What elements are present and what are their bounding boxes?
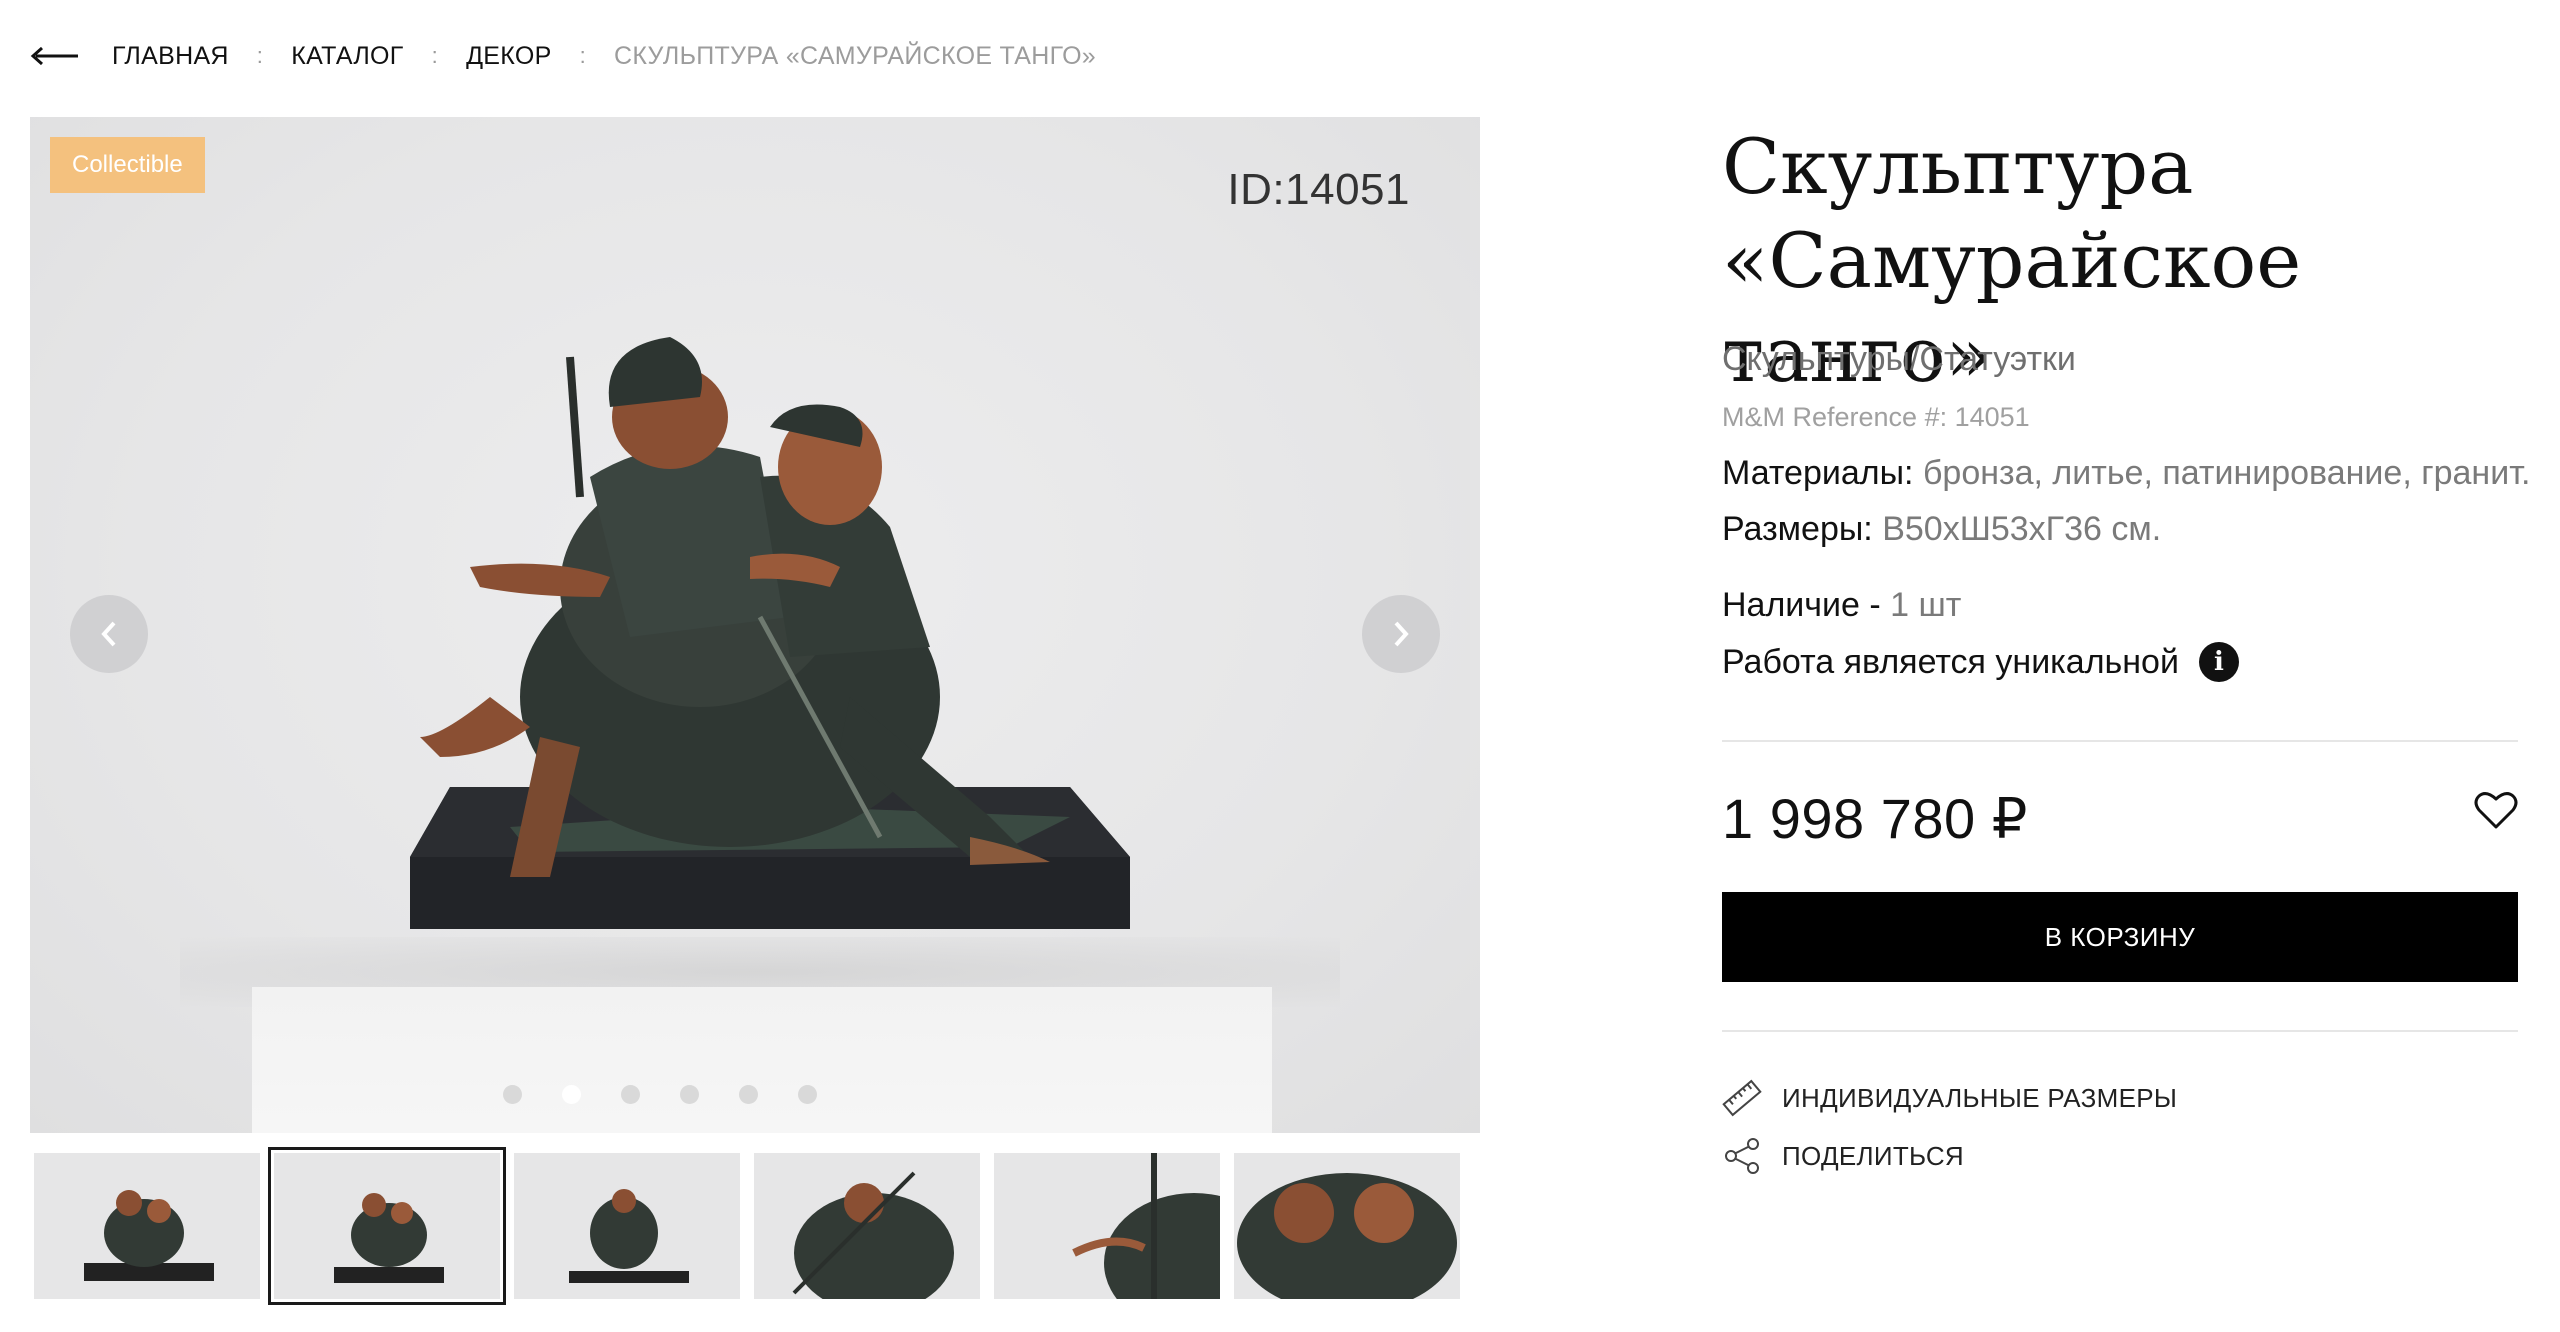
- availability-label: Наличие -: [1722, 586, 1881, 624]
- ruler-icon: [1722, 1078, 1762, 1118]
- availability-value: 1 шт: [1890, 586, 1962, 624]
- breadcrumb-catalog[interactable]: КАТАЛОГ: [291, 42, 403, 71]
- breadcrumb-current: СКУЛЬПТУРА «САМУРАЙСКОЕ ТАНГО»: [614, 41, 1097, 70]
- thumbnail-3[interactable]: [514, 1153, 740, 1299]
- product-price: 1 998 780 ₽: [1722, 787, 2028, 850]
- gallery-dot[interactable]: [503, 1085, 522, 1104]
- breadcrumb-separator: :: [256, 43, 264, 68]
- product-reference: M&M Reference #: 14051: [1722, 402, 2030, 432]
- thumbnail-6[interactable]: [1234, 1153, 1460, 1299]
- breadcrumb-separator: :: [579, 43, 587, 68]
- unique-row: Работа является уникальной i: [1722, 642, 2239, 682]
- gallery-dots: [30, 1085, 1385, 1104]
- availability-row: Наличие - 1 шт: [1722, 586, 1961, 625]
- product-category[interactable]: Скульптуры/Статуэтки: [1722, 340, 2076, 379]
- title-line-1: Скульптура: [1722, 122, 2194, 211]
- custom-sizes-link[interactable]: ИНДИВИДУАЛЬНЫЕ РАЗМЕРЫ: [1722, 1078, 2177, 1118]
- dimensions-value: В50хШ53хГ36 см.: [1882, 510, 2162, 548]
- breadcrumb-home[interactable]: ГЛАВНАЯ: [112, 42, 229, 71]
- thumbnail-2[interactable]: [268, 1147, 506, 1305]
- gallery-dot[interactable]: [739, 1085, 758, 1104]
- display-pedestal: [252, 987, 1272, 1133]
- custom-sizes-label: ИНДИВИДУАЛЬНЫЕ РАЗМЕРЫ: [1782, 1082, 2178, 1113]
- product-main-image[interactable]: Collectible ID:14051: [30, 117, 1480, 1133]
- collectible-badge: Collectible: [50, 137, 205, 193]
- dimensions-label: Размеры:: [1722, 510, 1873, 548]
- materials-label: Материалы:: [1722, 454, 1914, 492]
- chevron-right-icon: [1394, 621, 1409, 647]
- gallery-prev-button[interactable]: [70, 595, 148, 673]
- chevron-left-icon: [101, 621, 116, 647]
- info-icon[interactable]: i: [2198, 642, 2239, 682]
- add-to-cart-button[interactable]: В КОРЗИНУ: [1722, 892, 2518, 982]
- heart-icon[interactable]: [2474, 790, 2518, 830]
- thumbnail-1[interactable]: [34, 1153, 260, 1299]
- breadcrumb-separator: :: [431, 43, 439, 68]
- thumbnail-4[interactable]: [754, 1153, 980, 1299]
- breadcrumb: ГЛАВНАЯ : КАТАЛОГ : ДЕКОР : СКУЛЬПТУРА «…: [30, 38, 1096, 74]
- thumbnail-strip: [34, 1147, 1460, 1305]
- share-icon: [1722, 1136, 1762, 1176]
- share-link[interactable]: ПОДЕЛИТЬСЯ: [1722, 1136, 1964, 1176]
- arrow-left-icon[interactable]: [30, 46, 78, 66]
- thumbnail-5[interactable]: [994, 1153, 1220, 1299]
- gallery-dot[interactable]: [798, 1085, 817, 1104]
- unique-text: Работа является уникальной: [1722, 642, 2179, 681]
- share-label: ПОДЕЛИТЬСЯ: [1782, 1140, 1964, 1171]
- gallery-dot-active[interactable]: [562, 1085, 581, 1104]
- sculpture-image: [410, 337, 1130, 929]
- gallery-next-button[interactable]: [1362, 595, 1440, 673]
- breadcrumb-decor[interactable]: ДЕКОР: [466, 42, 552, 71]
- divider: [1722, 740, 2518, 742]
- divider: [1722, 1030, 2518, 1032]
- item-id-label: ID:14051: [1227, 165, 1410, 214]
- gallery-dot[interactable]: [621, 1085, 640, 1104]
- dimensions-row: Размеры: В50хШ53хГ36 см.: [1722, 510, 2161, 549]
- materials-value: бронза, литье, патинирование, гранит.: [1922, 454, 2531, 492]
- gallery-dot[interactable]: [680, 1085, 699, 1104]
- materials-row: Материалы: бронза, литье, патинирование,…: [1722, 454, 2530, 493]
